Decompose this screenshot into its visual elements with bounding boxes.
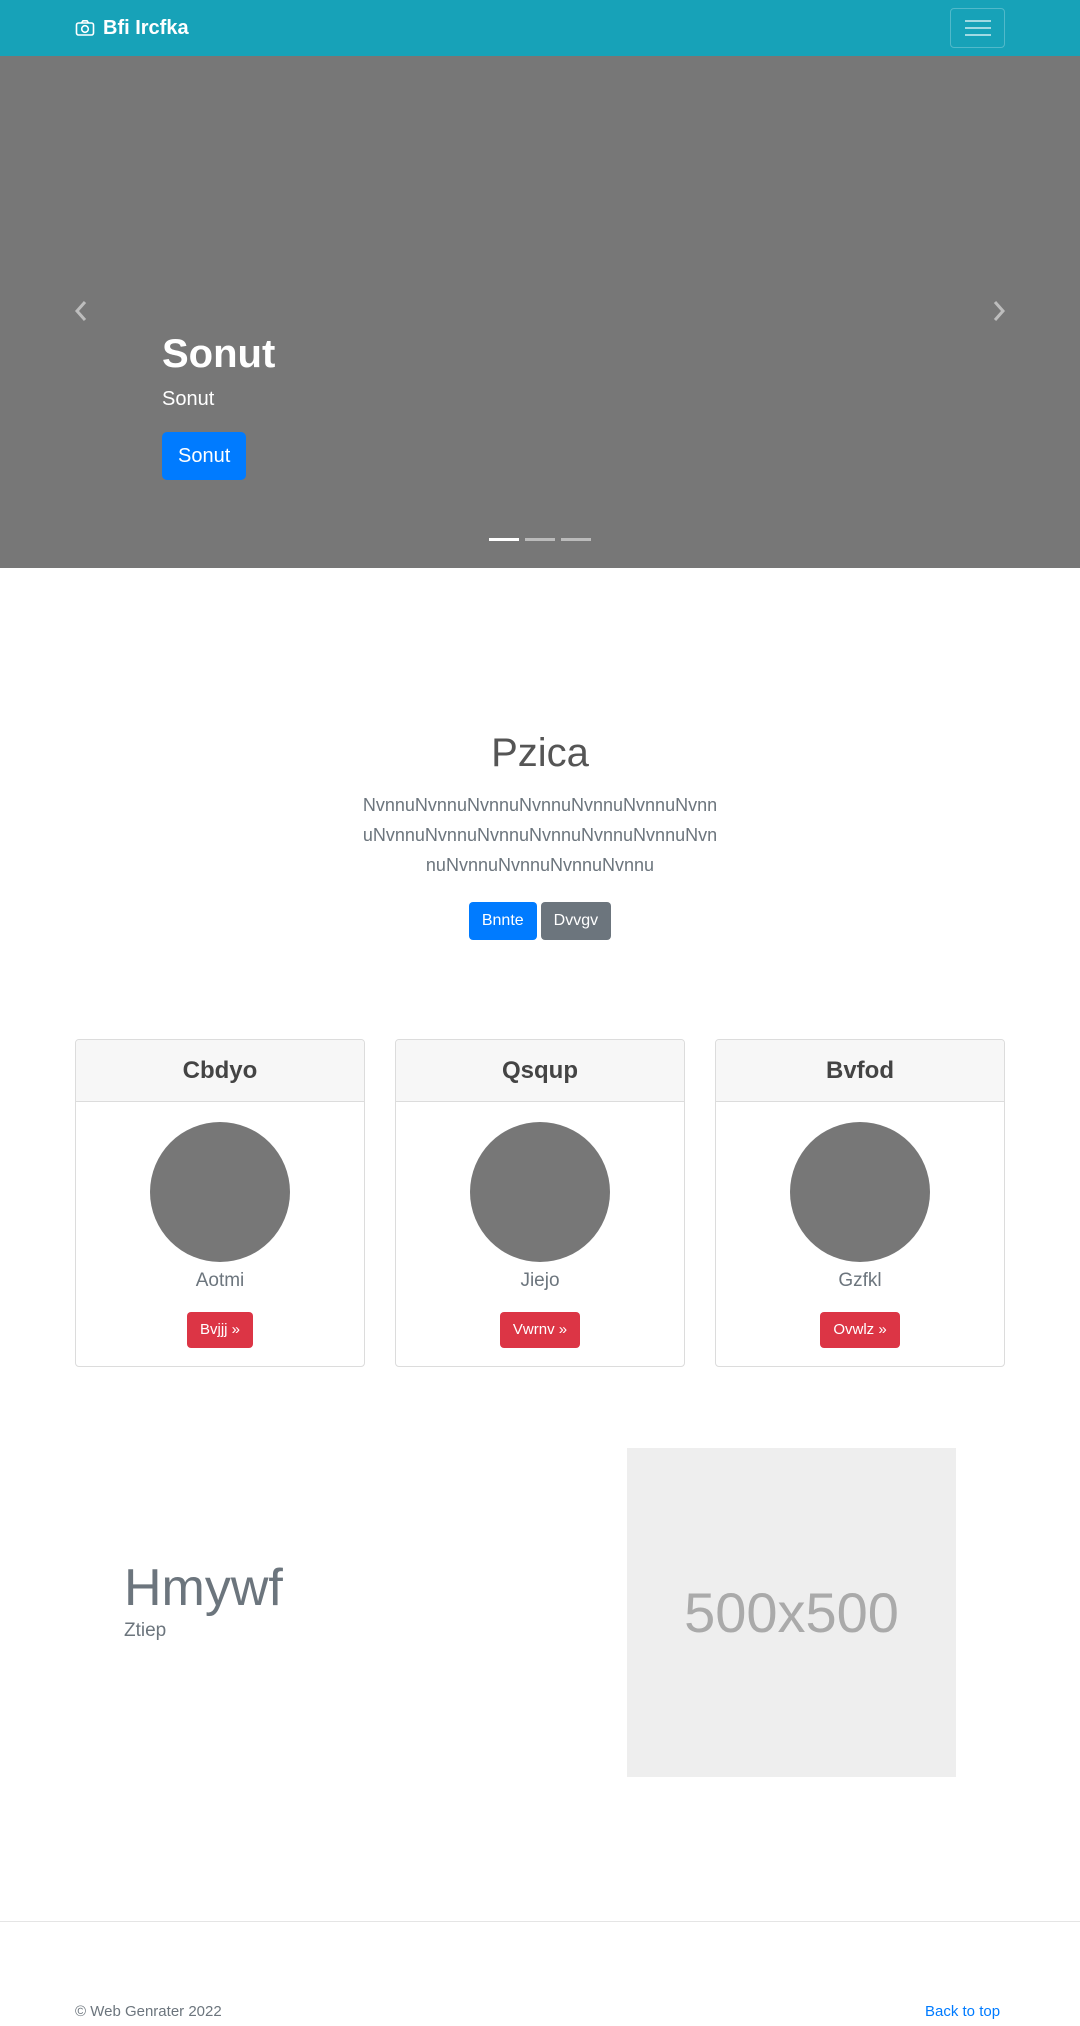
- hero-carousel: Sonut Sonut Sonut: [0, 56, 1080, 568]
- placeholder-image: 500x500: [627, 1448, 956, 1777]
- carousel-indicator-1[interactable]: [489, 538, 519, 541]
- placeholder-label: 500x500: [684, 1581, 899, 1644]
- card-body: Jiejo Vwrnv »: [396, 1102, 684, 1348]
- carousel-cta-button[interactable]: Sonut: [162, 432, 247, 480]
- card: Cbdyo Aotmi Bvjjj »: [75, 1039, 365, 1367]
- avatar: [790, 1122, 930, 1262]
- camera-icon: [75, 18, 95, 38]
- jumbotron-title: Pzica: [491, 731, 589, 775]
- carousel-caption: Sonut Sonut Sonut: [162, 330, 275, 480]
- avatar: [470, 1122, 610, 1262]
- card-button[interactable]: Bvjjj »: [186, 1312, 253, 1348]
- carousel-subtitle: Sonut: [162, 388, 215, 410]
- jumbotron-section: Pzica NvnnuNvnnuNvnnuNvnnuNvnnuNvnnuNvnn…: [0, 728, 1080, 940]
- brand-link[interactable]: Bfi Ircfka: [75, 0, 189, 56]
- card-header: Qsqup: [396, 1040, 684, 1102]
- carousel-indicators: [0, 538, 1080, 541]
- chevron-left-icon: [74, 301, 87, 321]
- jumbotron-text: NvnnuNvnnuNvnnuNvnnuNvnnuNvnnuNvnnuNvnnu…: [362, 795, 718, 875]
- avatar: [150, 1122, 290, 1262]
- card: Qsqup Jiejo Vwrnv »: [395, 1039, 685, 1367]
- feature-heading: Hmywf: [124, 1559, 283, 1617]
- card: Bvfod Gzfkl Ovwlz »: [715, 1039, 1005, 1367]
- feature-subheading: Ztiep: [124, 1620, 167, 1641]
- card-name: Gzfkl: [838, 1270, 882, 1291]
- chevron-right-icon: [993, 301, 1006, 321]
- back-to-top-link[interactable]: Back to top: [925, 2003, 1000, 2020]
- carousel-prev-button[interactable]: [66, 296, 96, 326]
- navbar: Bfi Ircfka: [0, 0, 1080, 56]
- card-header: Cbdyo: [76, 1040, 364, 1102]
- card-deck: Cbdyo Aotmi Bvjjj » Qsqup Jiejo Vwrnv » …: [75, 1039, 1005, 1367]
- carousel-next-button[interactable]: [984, 296, 1014, 326]
- jumbotron-buttons: Bnnte Dvvgv: [0, 902, 1080, 940]
- carousel-title: Sonut: [162, 332, 276, 376]
- brand-name: Bfi Ircfka: [103, 16, 189, 39]
- carousel-indicator-3[interactable]: [561, 538, 591, 541]
- card-header: Bvfod: [716, 1040, 1004, 1102]
- secondary-button[interactable]: Dvvgv: [540, 902, 612, 940]
- footer-copyright: © Web Genrater 2022: [75, 2003, 222, 2020]
- card-button[interactable]: Vwrnv »: [499, 1312, 581, 1348]
- card-body: Gzfkl Ovwlz »: [716, 1102, 1004, 1348]
- primary-button[interactable]: Bnnte: [468, 902, 537, 940]
- hamburger-icon: [964, 20, 991, 36]
- card-button[interactable]: Ovwlz »: [820, 1312, 900, 1348]
- card-body: Aotmi Bvjjj »: [76, 1102, 364, 1348]
- card-name: Jiejo: [520, 1270, 560, 1291]
- card-name: Aotmi: [195, 1270, 245, 1291]
- navbar-toggler-button[interactable]: [950, 8, 1005, 48]
- footer-divider: [0, 1921, 1080, 1922]
- carousel-indicator-2[interactable]: [525, 538, 555, 541]
